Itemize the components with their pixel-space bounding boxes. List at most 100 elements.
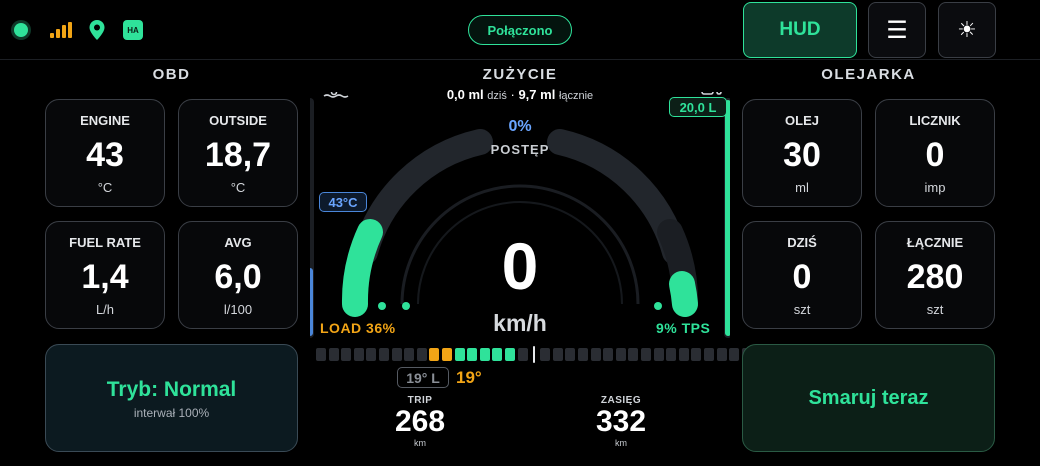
range-stat: ZASIĘG 332 km bbox=[571, 395, 671, 448]
tile-label: OLEJ bbox=[785, 113, 819, 128]
tile-unit: ml bbox=[795, 180, 809, 195]
tps-label: 9% TPS bbox=[656, 320, 711, 336]
tile-unit: L/h bbox=[95, 302, 115, 317]
temperature-segment bbox=[366, 348, 377, 361]
tps-arc-fill bbox=[669, 271, 698, 317]
range-unit: km bbox=[615, 438, 627, 448]
temperature-segment-bar bbox=[316, 346, 765, 363]
load-dot bbox=[402, 302, 410, 310]
temperature-segment bbox=[341, 348, 352, 361]
temperature-segment bbox=[429, 348, 440, 361]
lubricate-now-button[interactable]: Smaruj teraz bbox=[742, 344, 995, 452]
hamburger-icon: ☰ bbox=[886, 16, 908, 44]
oiler-tile-total: ŁĄCZNIE 280 szt bbox=[875, 221, 995, 329]
temperature-segment bbox=[517, 348, 528, 361]
home-assistant-icon: HA bbox=[123, 20, 143, 40]
obd-tile-outside: OUTSIDE 18,7 °C bbox=[178, 99, 298, 207]
tile-unit: °C bbox=[97, 180, 113, 195]
temperature-segment bbox=[603, 348, 614, 361]
temperature-segment bbox=[590, 348, 601, 361]
tile-unit: szt bbox=[926, 302, 944, 317]
mode-interval: interwał 100% bbox=[133, 406, 210, 420]
fuel-level-bar-fill bbox=[725, 100, 730, 336]
tile-label: ŁĄCZNIE bbox=[906, 235, 964, 250]
speed-unit: km/h bbox=[493, 310, 547, 336]
tile-unit: imp bbox=[924, 180, 946, 195]
oiler-tile-oil: OLEJ 30 ml bbox=[742, 99, 862, 207]
load-arc-fill bbox=[341, 219, 383, 317]
coolant-temp-icon bbox=[323, 92, 349, 98]
mode-title: Tryb: Normal bbox=[106, 378, 237, 401]
temperature-segment bbox=[704, 348, 714, 361]
sun-icon: ☀ bbox=[957, 17, 977, 42]
tile-value: 18,7 bbox=[204, 136, 272, 174]
tile-label: DZIŚ bbox=[787, 235, 817, 250]
temperature-segment bbox=[653, 348, 664, 361]
tile-label: AVG bbox=[224, 235, 252, 250]
tile-value: 1,4 bbox=[81, 258, 129, 296]
trip-value: 268 bbox=[394, 405, 446, 438]
tile-label: LICZNIK bbox=[909, 113, 961, 128]
temperature-segment bbox=[467, 348, 478, 361]
temperature-segment bbox=[552, 348, 563, 361]
temperature-segment bbox=[578, 348, 588, 361]
temperature-segment bbox=[404, 348, 415, 361]
fuel-level-badge: 20,0 L bbox=[669, 97, 727, 117]
progress-label: POSTĘP bbox=[490, 142, 550, 157]
temperature-segment bbox=[505, 348, 515, 361]
trip-stat: TRIP 268 km bbox=[370, 395, 470, 448]
tile-unit: l/100 bbox=[223, 302, 253, 317]
tile-label: FUEL RATE bbox=[69, 235, 141, 250]
temperature-segment bbox=[416, 348, 427, 361]
load-label: LOAD 36% bbox=[320, 320, 396, 336]
temperature-segment bbox=[442, 348, 452, 361]
tile-value: 30 bbox=[783, 136, 821, 174]
tile-value: 280 bbox=[906, 258, 964, 296]
segment-marker bbox=[533, 346, 536, 363]
engine-temp-badge: 43°C bbox=[319, 192, 367, 212]
range-value: 332 bbox=[595, 405, 647, 438]
hud-button[interactable]: HUD bbox=[743, 2, 857, 58]
temperature-segment bbox=[540, 348, 551, 361]
temperature-segment bbox=[454, 348, 465, 361]
mode-card[interactable]: Tryb: Normal interwał 100% bbox=[45, 344, 298, 452]
temperature-segment bbox=[391, 348, 402, 361]
engine-temp-bar-fill bbox=[310, 268, 313, 336]
temperature-segment bbox=[328, 348, 339, 361]
oiler-tile-counter: LICZNIK 0 imp bbox=[875, 99, 995, 207]
tps-dot bbox=[654, 302, 662, 310]
temperature-segment bbox=[641, 348, 651, 361]
obd-tile-engine: ENGINE 43 °C bbox=[45, 99, 165, 207]
temperature-segment bbox=[628, 348, 639, 361]
tile-unit: °C bbox=[230, 180, 246, 195]
consumption-title: ZUŻYCIE bbox=[482, 66, 558, 83]
load-dot bbox=[378, 302, 386, 310]
tile-value: 0 bbox=[925, 136, 945, 174]
tile-label: ENGINE bbox=[80, 113, 130, 128]
fuel-pump-icon bbox=[701, 92, 722, 95]
temperature-segment bbox=[379, 348, 389, 361]
connection-status-pill[interactable]: Połączono bbox=[468, 15, 572, 45]
connection-status-dot bbox=[14, 23, 28, 37]
tile-label: OUTSIDE bbox=[209, 113, 267, 128]
temperature-segment bbox=[716, 348, 727, 361]
tile-unit: szt bbox=[793, 302, 811, 317]
temperature-segment bbox=[615, 348, 626, 361]
temperature-segment bbox=[479, 348, 490, 361]
location-pin-icon bbox=[89, 20, 105, 40]
obd-tile-fuel-rate: FUEL RATE 1,4 L/h bbox=[45, 221, 165, 329]
trip-unit: km bbox=[414, 438, 426, 448]
temperature-segment bbox=[353, 348, 364, 361]
outside-temp-low-badge: 19° L bbox=[397, 367, 449, 388]
oiler-tile-today: DZIŚ 0 szt bbox=[742, 221, 862, 329]
temperature-segment bbox=[565, 348, 576, 361]
menu-button[interactable]: ☰ bbox=[868, 2, 926, 58]
obd-tile-avg: AVG 6,0 l/100 bbox=[178, 221, 298, 329]
top-bar: HA Połączono HUD ☰ ☀ bbox=[0, 0, 1040, 60]
theme-toggle-button[interactable]: ☀ bbox=[938, 2, 996, 58]
temperature-segment bbox=[316, 348, 326, 361]
tile-value: 6,0 bbox=[214, 258, 262, 296]
outside-temp-value: 19° bbox=[456, 368, 482, 387]
temperature-segment bbox=[678, 348, 689, 361]
signal-strength-icon bbox=[50, 22, 72, 38]
